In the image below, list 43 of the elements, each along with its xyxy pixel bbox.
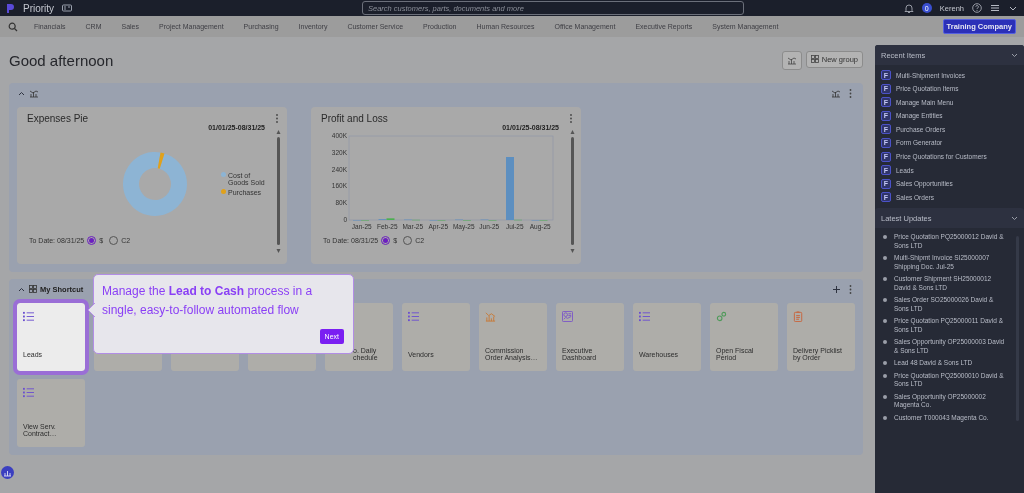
chart-icon[interactable] — [1, 466, 14, 479]
bullet-icon — [883, 361, 887, 366]
list-icon — [23, 387, 34, 398]
bullet-icon — [883, 319, 887, 324]
bar-chart-icon — [485, 311, 496, 322]
bullet-icon — [883, 256, 887, 261]
gears-icon — [716, 311, 727, 322]
scrollbar[interactable] — [570, 129, 575, 254]
chevron-down-icon[interactable] — [1011, 52, 1018, 58]
list-icon — [23, 311, 34, 322]
add-icon[interactable] — [832, 284, 841, 294]
bullet-icon — [883, 340, 887, 345]
bullet-icon — [883, 235, 887, 240]
bell-icon[interactable] — [903, 3, 914, 13]
dashboard-icon — [562, 311, 573, 322]
widget-title: Profit and Loss — [321, 113, 388, 124]
bullet-icon — [883, 415, 887, 420]
brand-name: Priority — [23, 2, 55, 14]
bullet-icon — [883, 373, 887, 378]
logo-icon — [6, 2, 15, 14]
grid-icon — [29, 285, 37, 293]
bullet-icon — [883, 298, 887, 303]
chevron-down-icon[interactable] — [1011, 215, 1018, 221]
menu-icon[interactable] — [990, 3, 1000, 13]
list-icon — [639, 311, 650, 322]
id-card-icon[interactable] — [62, 3, 73, 13]
search-icon[interactable] — [8, 21, 18, 32]
bullet-icon — [883, 277, 887, 282]
more-icon[interactable] — [569, 114, 573, 123]
list-icon — [408, 311, 419, 322]
help-icon[interactable] — [972, 3, 982, 13]
tooltip-text: Manage the Lead to Cash process in a single, easy-to-follow automated flow — [102, 283, 314, 319]
bullet-icon — [883, 394, 887, 399]
widget-title: Expenses Pie — [27, 113, 89, 124]
grid-icon — [810, 55, 819, 63]
chart-button[interactable] — [781, 50, 802, 70]
greeting-heading: Good afternoon — [9, 51, 114, 69]
bar-chart-icon — [786, 55, 797, 65]
more-icon[interactable] — [275, 114, 279, 123]
scrollbar[interactable] — [276, 129, 281, 254]
clipboard-icon — [793, 311, 804, 322]
bar-chart-icon[interactable] — [831, 88, 841, 98]
bar-chart-icon — [29, 88, 39, 98]
